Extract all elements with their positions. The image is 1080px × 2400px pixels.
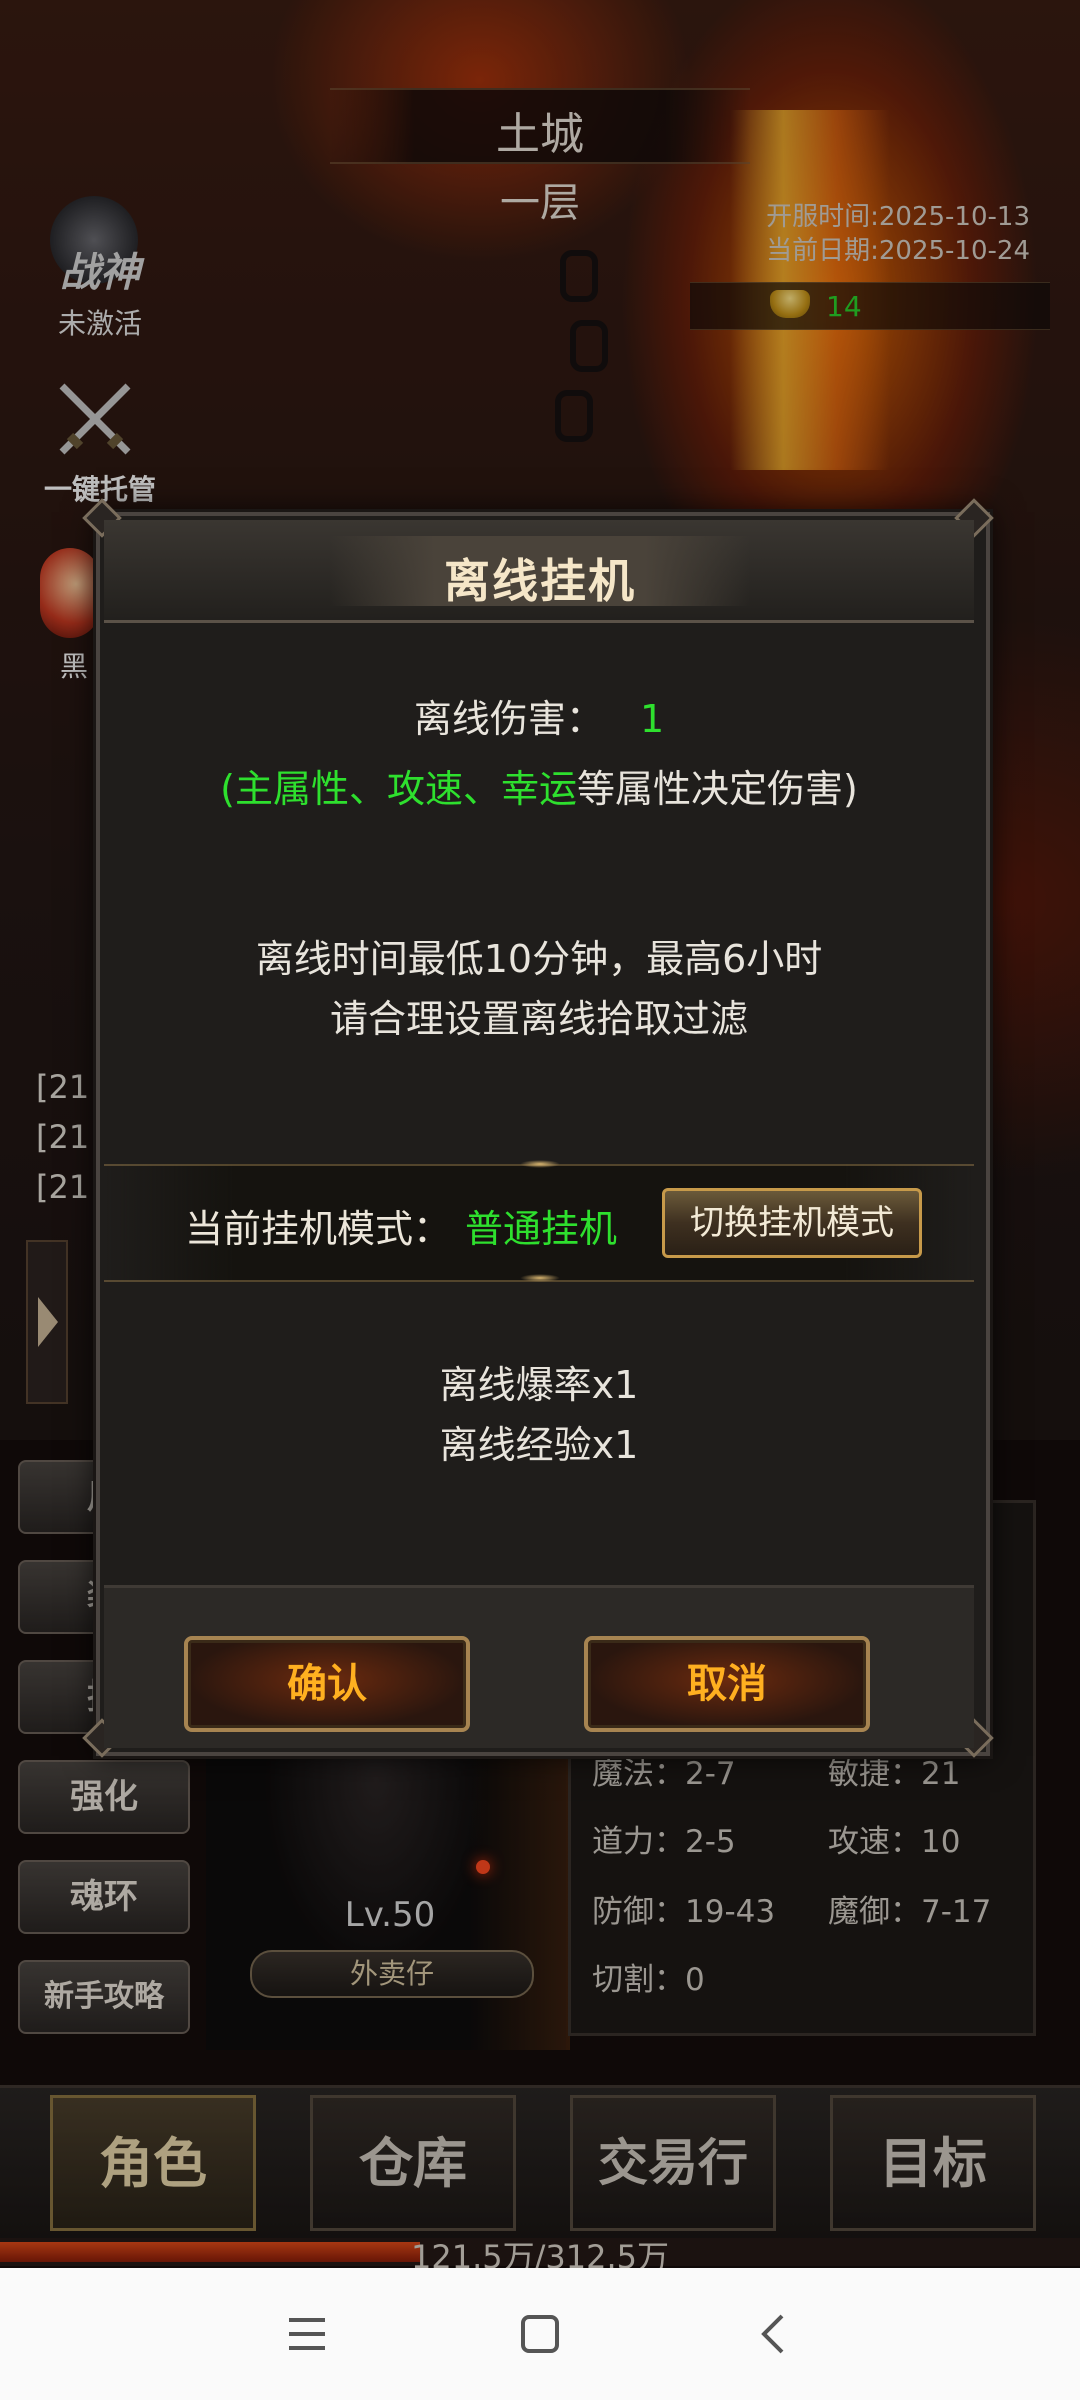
damage-note-rest: 等属性决定伤害)	[577, 767, 858, 811]
idle-mode-value: 普通挂机	[465, 1207, 618, 1251]
ornament-bottom	[520, 1274, 560, 1282]
switch-idle-mode-button[interactable]: 切换挂机模式	[662, 1188, 922, 1258]
cancel-button[interactable]: 取消	[584, 1636, 870, 1732]
offline-damage-label: 离线伤害：	[413, 697, 604, 741]
ornament-top	[520, 1160, 560, 1168]
dialog-title: 离线挂机	[444, 554, 636, 608]
home-icon[interactable]	[518, 2312, 562, 2356]
offline-exp-rate: 离线经验x1	[439, 1423, 639, 1467]
offline-time-note: 离线时间最低10分钟，最高6小时	[255, 937, 823, 981]
confirm-button[interactable]: 确认	[184, 1636, 470, 1732]
damage-note: (主属性、攻速、幸运等属性决定伤害)	[104, 758, 974, 813]
system-navigation-bar	[0, 2268, 1080, 2400]
offline-damage-row: 离线伤害： 1	[104, 688, 974, 743]
offline-damage-value: 1	[639, 697, 665, 741]
pickup-filter-note: 请合理设置离线拾取过滤	[329, 997, 748, 1041]
idle-mode-label: 当前挂机模式：	[185, 1207, 452, 1251]
menu-icon[interactable]	[285, 2312, 329, 2356]
offline-drop-rate: 离线爆率x1	[439, 1363, 639, 1407]
back-icon[interactable]	[752, 2312, 796, 2356]
damage-note-attributes: (主属性、攻速、幸运	[220, 767, 577, 811]
